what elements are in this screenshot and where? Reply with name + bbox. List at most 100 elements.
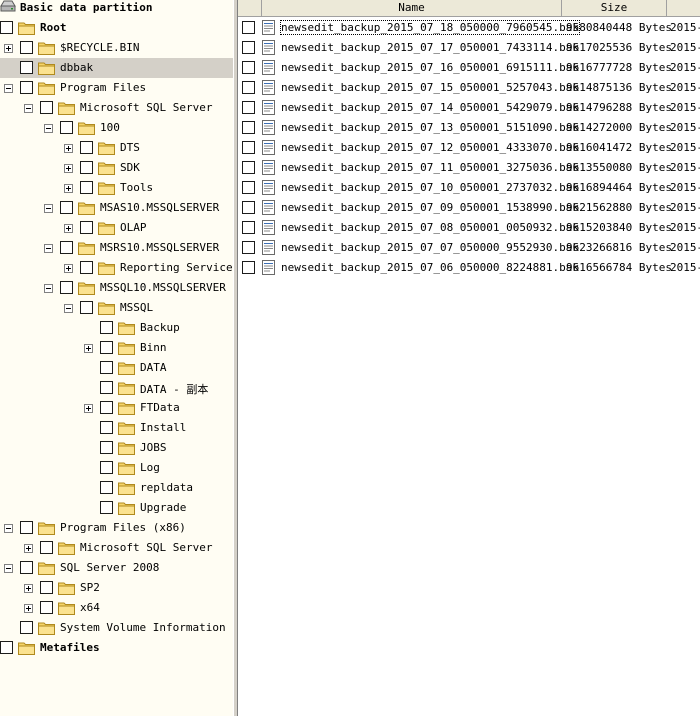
tree-checkbox[interactable] bbox=[20, 81, 33, 94]
file-checkbox[interactable] bbox=[242, 161, 255, 174]
tree-node[interactable]: DATA bbox=[0, 358, 233, 378]
tree-node[interactable]: MSRS10.MSSQLSERVER bbox=[0, 238, 233, 258]
tree-node[interactable]: FTData bbox=[0, 398, 233, 418]
file-checkbox[interactable] bbox=[242, 41, 255, 54]
file-checkbox[interactable] bbox=[242, 61, 255, 74]
tree-checkbox[interactable] bbox=[100, 501, 113, 514]
tree-checkbox[interactable] bbox=[60, 281, 73, 294]
tree-checkbox[interactable] bbox=[40, 581, 53, 594]
tree-node[interactable]: SP2 bbox=[0, 578, 233, 598]
tree-node[interactable]: DTS bbox=[0, 138, 233, 158]
file-row[interactable]: newsedit_backup_2015_07_18_050000_796054… bbox=[238, 18, 700, 38]
expand-icon[interactable] bbox=[24, 584, 33, 593]
tree-node[interactable]: Reporting Services bbox=[0, 258, 233, 278]
tree-node[interactable]: MSSQL10.MSSQLSERVER bbox=[0, 278, 233, 298]
file-checkbox[interactable] bbox=[242, 141, 255, 154]
expand-icon[interactable] bbox=[64, 164, 73, 173]
tree-checkbox[interactable] bbox=[20, 41, 33, 54]
column-header-check[interactable] bbox=[238, 0, 262, 17]
tree-checkbox[interactable] bbox=[80, 161, 93, 174]
file-row[interactable]: newsedit_backup_2015_07_11_050001_327503… bbox=[238, 158, 700, 178]
tree-checkbox[interactable] bbox=[100, 461, 113, 474]
file-checkbox[interactable] bbox=[242, 221, 255, 234]
tree-node[interactable]: Microsoft SQL Server bbox=[0, 538, 233, 558]
tree-node[interactable]: Root bbox=[0, 18, 233, 38]
collapse-icon[interactable] bbox=[64, 304, 73, 313]
file-row[interactable]: newsedit_backup_2015_07_07_050000_955293… bbox=[238, 238, 700, 258]
tree-node[interactable]: JOBS bbox=[0, 438, 233, 458]
expand-icon[interactable] bbox=[24, 604, 33, 613]
file-checkbox[interactable] bbox=[242, 81, 255, 94]
tree-checkbox[interactable] bbox=[20, 561, 33, 574]
tree-checkbox[interactable] bbox=[100, 401, 113, 414]
file-row[interactable]: newsedit_backup_2015_07_17_050001_743311… bbox=[238, 38, 700, 58]
tree-node[interactable]: SDK bbox=[0, 158, 233, 178]
tree-checkbox[interactable] bbox=[100, 421, 113, 434]
tree-checkbox[interactable] bbox=[100, 341, 113, 354]
tree-checkbox[interactable] bbox=[80, 261, 93, 274]
expand-icon[interactable] bbox=[64, 144, 73, 153]
tree-checkbox[interactable] bbox=[0, 641, 13, 654]
file-checkbox[interactable] bbox=[242, 201, 255, 214]
collapse-icon[interactable] bbox=[4, 564, 13, 573]
tree-checkbox[interactable] bbox=[20, 521, 33, 534]
tree-node[interactable]: MSSQL bbox=[0, 298, 233, 318]
tree-node[interactable]: Program Files bbox=[0, 78, 233, 98]
collapse-icon[interactable] bbox=[44, 244, 53, 253]
file-row[interactable]: newsedit_backup_2015_07_12_050001_433307… bbox=[238, 138, 700, 158]
expand-icon[interactable] bbox=[84, 404, 93, 413]
tree-node[interactable]: x64 bbox=[0, 598, 233, 618]
tree-node[interactable]: Log bbox=[0, 458, 233, 478]
tree-node[interactable]: OLAP bbox=[0, 218, 233, 238]
tree-checkbox[interactable] bbox=[100, 381, 113, 394]
collapse-icon[interactable] bbox=[44, 124, 53, 133]
tree-node[interactable]: Backup bbox=[0, 318, 233, 338]
tree-node[interactable]: $RECYCLE.BIN bbox=[0, 38, 233, 58]
tree-node[interactable]: Metafiles bbox=[0, 638, 233, 658]
tree-checkbox[interactable] bbox=[60, 241, 73, 254]
file-row[interactable]: newsedit_backup_2015_07_13_050001_515109… bbox=[238, 118, 700, 138]
tree-node[interactable]: Microsoft SQL Server bbox=[0, 98, 233, 118]
tree-checkbox[interactable] bbox=[100, 481, 113, 494]
file-checkbox[interactable] bbox=[242, 261, 255, 274]
file-row[interactable]: newsedit_backup_2015_07_10_050001_273703… bbox=[238, 178, 700, 198]
column-header-date[interactable] bbox=[667, 0, 700, 17]
tree-checkbox[interactable] bbox=[100, 361, 113, 374]
tree-checkbox[interactable] bbox=[60, 201, 73, 214]
column-header-name[interactable]: Name bbox=[262, 0, 562, 17]
tree-checkbox[interactable] bbox=[60, 121, 73, 134]
tree-checkbox[interactable] bbox=[80, 181, 93, 194]
partition-node[interactable]: Basic data partition bbox=[0, 0, 233, 18]
expand-icon[interactable] bbox=[64, 264, 73, 273]
collapse-icon[interactable] bbox=[4, 524, 13, 533]
tree-node[interactable]: Binn bbox=[0, 338, 233, 358]
file-row[interactable]: newsedit_backup_2015_07_09_050001_153899… bbox=[238, 198, 700, 218]
tree-node[interactable]: MSAS10.MSSQLSERVER bbox=[0, 198, 233, 218]
expand-icon[interactable] bbox=[64, 184, 73, 193]
tree-checkbox[interactable] bbox=[40, 101, 53, 114]
collapse-icon[interactable] bbox=[4, 84, 13, 93]
collapse-icon[interactable] bbox=[44, 284, 53, 293]
expand-icon[interactable] bbox=[4, 44, 13, 53]
tree-node[interactable]: repldata bbox=[0, 478, 233, 498]
tree-checkbox[interactable] bbox=[100, 321, 113, 334]
tree-node[interactable]: 100 bbox=[0, 118, 233, 138]
file-row[interactable]: newsedit_backup_2015_07_15_050001_525704… bbox=[238, 78, 700, 98]
collapse-icon[interactable] bbox=[24, 104, 33, 113]
tree-node[interactable]: DATA - 副本 bbox=[0, 378, 233, 398]
tree-checkbox[interactable] bbox=[0, 21, 13, 34]
tree-node[interactable]: System Volume Information bbox=[0, 618, 233, 638]
file-checkbox[interactable] bbox=[242, 101, 255, 114]
file-row[interactable]: newsedit_backup_2015_07_14_050001_542907… bbox=[238, 98, 700, 118]
tree-checkbox[interactable] bbox=[40, 601, 53, 614]
expand-icon[interactable] bbox=[84, 344, 93, 353]
tree-checkbox[interactable] bbox=[40, 541, 53, 554]
file-row[interactable]: newsedit_backup_2015_07_08_050001_005093… bbox=[238, 218, 700, 238]
file-row[interactable]: newsedit_backup_2015_07_06_050000_822488… bbox=[238, 258, 700, 278]
file-checkbox[interactable] bbox=[242, 121, 255, 134]
file-row[interactable]: newsedit_backup_2015_07_16_050001_691511… bbox=[238, 58, 700, 78]
tree-checkbox[interactable] bbox=[20, 61, 33, 74]
file-checkbox[interactable] bbox=[242, 241, 255, 254]
tree-node[interactable]: Program Files (x86) bbox=[0, 518, 233, 538]
file-checkbox[interactable] bbox=[242, 181, 255, 194]
